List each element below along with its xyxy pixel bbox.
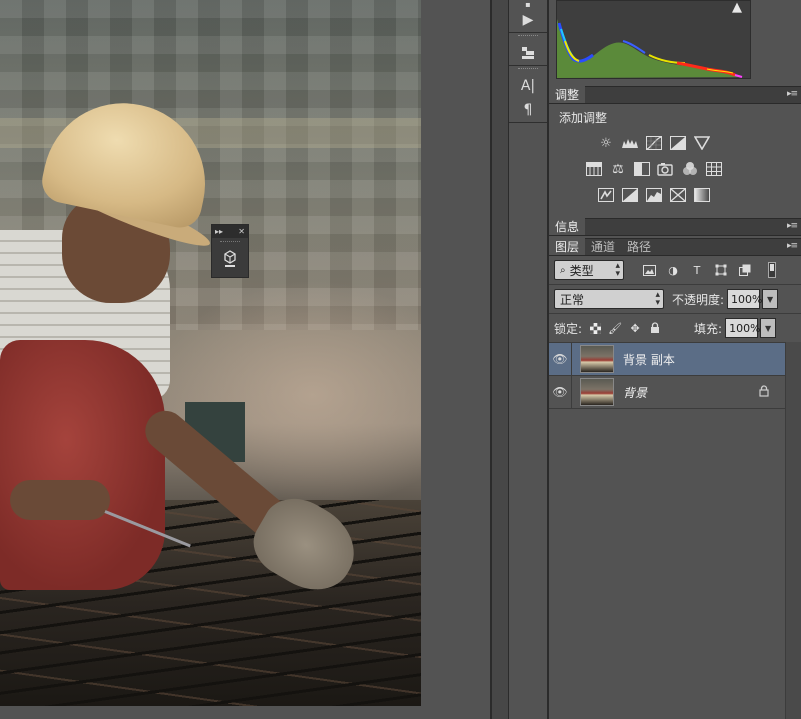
photo-pants bbox=[0, 340, 165, 590]
layers-tabbar: 图层 通道 路径 ▸≡ bbox=[549, 238, 801, 256]
fill-input[interactable]: 100% bbox=[725, 318, 761, 338]
fill-label: 填充: bbox=[694, 321, 723, 336]
photo-left-arm bbox=[10, 480, 110, 520]
blend-mode-select[interactable]: 正常 ▴ ▾ bbox=[554, 289, 664, 309]
layer-filter-value: 类型 bbox=[569, 263, 594, 278]
filter-smart-object-icon[interactable] bbox=[738, 263, 752, 277]
tool-group: ▪ ▶ bbox=[509, 0, 547, 33]
posterize-icon[interactable] bbox=[621, 186, 639, 204]
3d-cube-icon[interactable] bbox=[221, 249, 239, 269]
tab-channels[interactable]: 通道 bbox=[585, 238, 621, 255]
info-tabbar: 信息 ▸≡ bbox=[549, 218, 801, 236]
adjustment-row bbox=[549, 182, 801, 208]
photo-filter-icon[interactable] bbox=[657, 160, 675, 178]
layer-row-background-copy[interactable]: 👁 背景 副本 bbox=[549, 342, 785, 376]
panel-grip[interactable] bbox=[220, 241, 240, 246]
layer-thumbnail[interactable] bbox=[580, 345, 614, 373]
lock-pixels-brush-icon[interactable]: 🖌 bbox=[608, 321, 622, 335]
lock-icon bbox=[759, 385, 769, 400]
selective-color-icon[interactable] bbox=[669, 186, 687, 204]
tab-info[interactable]: 信息 bbox=[549, 218, 586, 235]
chevron-updown-icon: ▴ ▾ bbox=[655, 290, 660, 308]
adjustments-tabbar: 调整 ▸≡ bbox=[549, 86, 801, 104]
chevron-updown-icon: ▴ ▾ bbox=[615, 261, 620, 279]
right-panel-dock: ▲ 调整 ▸≡ 添加调整 ☼ ⚖ 信息 ▸≡ 图层 通道 路径 ▸≡ ⌕ 类型 … bbox=[549, 0, 801, 719]
divider bbox=[571, 375, 572, 409]
visibility-eye-icon[interactable]: 👁 bbox=[549, 352, 571, 366]
divider bbox=[571, 342, 572, 376]
visibility-eye-icon[interactable]: 👁 bbox=[549, 385, 571, 399]
panel-menu-icon[interactable]: ▸≡ bbox=[787, 89, 798, 99]
search-icon: ⌕ bbox=[560, 264, 566, 276]
floating-3d-panel[interactable]: ▸▸ ✕ bbox=[211, 224, 249, 278]
layer-list: 👁 背景 副本 👁 背景 bbox=[549, 342, 785, 409]
collapse-icon[interactable]: ▸▸ bbox=[215, 227, 223, 236]
exposure-icon[interactable] bbox=[669, 134, 687, 152]
panel-menu-icon[interactable]: ▸≡ bbox=[787, 241, 798, 251]
lock-transparency-icon[interactable] bbox=[588, 321, 602, 335]
canvas-area[interactable]: ▸▸ ✕ bbox=[0, 0, 490, 719]
layers-scrollbar-track[interactable] bbox=[785, 342, 801, 719]
gradient-map-icon[interactable] bbox=[693, 186, 711, 204]
document-image[interactable] bbox=[0, 0, 421, 706]
invert-icon[interactable] bbox=[597, 186, 615, 204]
color-balance-icon[interactable]: ⚖ bbox=[609, 160, 627, 178]
tab-adjustments[interactable]: 调整 bbox=[549, 86, 586, 103]
tool-stub-icon[interactable]: ▪ bbox=[509, 0, 547, 9]
tab-paths[interactable]: 路径 bbox=[621, 238, 657, 255]
levels-icon[interactable] bbox=[621, 134, 639, 152]
layer-name[interactable]: 背景 副本 bbox=[623, 351, 675, 368]
floating-panel-header[interactable]: ▸▸ ✕ bbox=[212, 225, 248, 238]
vibrance-icon[interactable] bbox=[693, 134, 711, 152]
opacity-slider-button[interactable]: ▼ bbox=[762, 289, 779, 309]
threshold-icon[interactable] bbox=[645, 186, 663, 204]
lock-label: 锁定: bbox=[554, 321, 583, 336]
lock-all-icon[interactable] bbox=[648, 321, 662, 335]
collapsed-panel-column: ▪ ▶ A| ¶ bbox=[509, 0, 547, 719]
curves-icon[interactable] bbox=[645, 134, 663, 152]
lock-position-move-icon[interactable]: ✥ bbox=[628, 321, 642, 335]
filter-pixel-icon[interactable] bbox=[642, 263, 656, 277]
black-white-icon[interactable] bbox=[633, 160, 651, 178]
layer-name[interactable]: 背景 bbox=[623, 384, 647, 401]
layer-filter-select[interactable]: ⌕ 类型 ▴ ▾ bbox=[554, 260, 624, 280]
layer-filter-row: ⌕ 类型 ▴ ▾ ◑ T bbox=[549, 256, 801, 284]
filter-shape-icon[interactable] bbox=[714, 263, 728, 277]
fill-slider-button[interactable]: ▼ bbox=[760, 318, 777, 338]
adjustment-row: ⚖ bbox=[549, 156, 801, 182]
filter-adjustment-icon[interactable]: ◑ bbox=[666, 263, 680, 277]
opacity-input[interactable]: 100% bbox=[727, 289, 763, 309]
layers-panel: 图层 通道 路径 ▸≡ ⌕ 类型 ▴ ▾ ◑ T 正常 ▴ ▾ 不透明度: 10… bbox=[549, 238, 801, 719]
dock-gutter bbox=[492, 0, 509, 719]
panel-menu-icon[interactable]: ▸≡ bbox=[787, 221, 798, 231]
blend-row: 正常 ▴ ▾ 不透明度: 100% ▼ bbox=[549, 285, 801, 313]
histogram-panel: ▲ bbox=[549, 0, 801, 86]
paragraph-icon[interactable]: ¶ bbox=[509, 98, 547, 122]
play-icon[interactable]: ▶ bbox=[509, 8, 547, 32]
blend-mode-value: 正常 bbox=[560, 292, 585, 307]
cache-warning-icon[interactable]: ▲ bbox=[732, 0, 742, 15]
character-icon[interactable]: A| bbox=[509, 74, 547, 98]
adjustments-panel: 调整 ▸≡ 添加调整 ☼ ⚖ bbox=[549, 86, 801, 218]
layer-thumbnail[interactable] bbox=[580, 378, 614, 406]
info-panel: 信息 ▸≡ bbox=[549, 218, 801, 238]
opacity-label: 不透明度: bbox=[672, 292, 725, 307]
close-icon[interactable]: ✕ bbox=[238, 227, 245, 236]
tool-group: A| ¶ bbox=[509, 68, 547, 123]
brightness-icon[interactable]: ☼ bbox=[597, 134, 615, 152]
clone-source-icon[interactable] bbox=[509, 41, 547, 65]
layer-row-background[interactable]: 👁 背景 bbox=[549, 375, 785, 409]
histogram-graph bbox=[556, 0, 751, 79]
tool-group bbox=[509, 35, 547, 66]
filter-type-icon[interactable]: T bbox=[690, 263, 704, 277]
lock-row: 锁定: 🖌 ✥ 填充: 100% ▼ bbox=[549, 314, 801, 342]
channel-mixer-icon[interactable] bbox=[681, 160, 699, 178]
add-adjustment-label: 添加调整 bbox=[559, 111, 608, 125]
adjustment-row: ☼ bbox=[549, 130, 801, 156]
tab-layers[interactable]: 图层 bbox=[549, 238, 586, 255]
color-lookup-icon[interactable] bbox=[705, 160, 723, 178]
filter-toggle-switch[interactable] bbox=[768, 262, 776, 278]
hue-saturation-icon[interactable] bbox=[585, 160, 603, 178]
